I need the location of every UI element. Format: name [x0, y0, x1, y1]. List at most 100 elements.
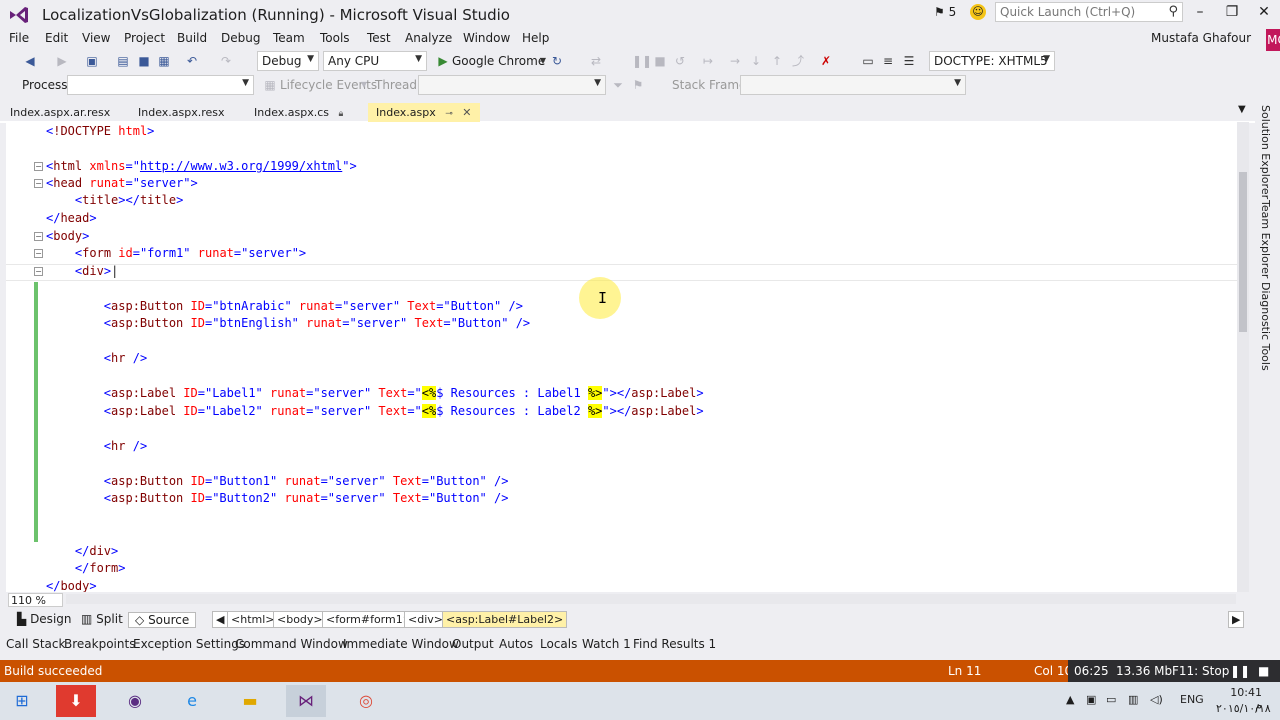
collapse-icon[interactable]: −: [34, 179, 43, 188]
menu-tools[interactable]: Tools: [320, 31, 350, 45]
lifecycle-events-icon[interactable]: ▦: [262, 77, 278, 93]
step-icon[interactable]: ⤴: [790, 53, 806, 69]
visual-studio-taskbar-icon[interactable]: ⋈: [286, 685, 326, 717]
action-center-icon[interactable]: ▣: [1086, 693, 1096, 706]
tab-output[interactable]: Output: [452, 637, 494, 651]
restart-icon[interactable]: ↺: [672, 53, 688, 69]
menu-project[interactable]: Project: [124, 31, 165, 45]
chrome-icon[interactable]: ◎: [346, 685, 386, 717]
avatar[interactable]: MG: [1266, 29, 1280, 51]
platform-dropdown[interactable]: Any CPU ▼: [323, 51, 427, 71]
indent-icon[interactable]: ☰: [901, 53, 917, 69]
download-manager-icon[interactable]: ⬇: [56, 685, 96, 717]
source-view-button[interactable]: ◇ Source: [128, 612, 197, 628]
menu-debug[interactable]: Debug: [221, 31, 260, 45]
process-dropdown[interactable]: ▼: [67, 75, 254, 95]
run-target-button[interactable]: Google Chrome: [452, 54, 545, 68]
menu-help[interactable]: Help: [522, 31, 549, 45]
chevron-down-icon[interactable]: ▼: [356, 77, 372, 93]
breadcrumb-back[interactable]: ◀: [212, 611, 229, 628]
tab-find-results-1[interactable]: Find Results 1: [633, 637, 716, 651]
language-indicator[interactable]: ENG: [1180, 693, 1204, 706]
camtasia-icon[interactable]: ◉: [115, 685, 155, 717]
collapse-icon[interactable]: −: [34, 267, 43, 276]
windows-start-icon[interactable]: ⊞: [2, 685, 42, 717]
close-icon[interactable]: ✕: [462, 106, 471, 119]
flag-thread-icon[interactable]: ⚑: [630, 77, 646, 93]
battery-icon[interactable]: ▭: [1106, 693, 1116, 706]
pause-icon[interactable]: ❚❚: [632, 53, 652, 69]
comment-icon[interactable]: ▭: [860, 53, 876, 69]
zoom-dropdown[interactable]: 110 %: [8, 593, 63, 607]
menu-window[interactable]: Window: [463, 31, 510, 45]
redo-icon[interactable]: ↷: [218, 53, 234, 69]
close-window-button[interactable]: ✕: [1254, 4, 1274, 22]
diagnostic-tools-tab[interactable]: Diagnostic Tools: [1259, 282, 1272, 371]
team-explorer-tab[interactable]: Team Explorer: [1259, 200, 1272, 278]
breadcrumb-item[interactable]: <body>: [273, 611, 327, 628]
quick-launch-input[interactable]: Quick Launch (Ctrl+Q) ⚲: [995, 2, 1183, 22]
show-hidden-icons[interactable]: ▲: [1066, 693, 1074, 706]
tab-index-aspx-ar-resx[interactable]: Index.aspx.ar.resx: [2, 103, 118, 123]
collapse-icon[interactable]: −: [34, 249, 43, 258]
back-icon[interactable]: ◀: [22, 53, 38, 69]
vertical-scrollbar[interactable]: [1237, 122, 1249, 592]
pause-icon[interactable]: ❚❚: [1230, 664, 1250, 678]
breadcrumb-forward[interactable]: ▶: [1228, 611, 1245, 628]
breadcrumb-item[interactable]: <html>: [227, 611, 279, 628]
stack-frame-dropdown[interactable]: ▼: [740, 75, 966, 95]
step-into-icon[interactable]: →: [727, 53, 743, 69]
menu-file[interactable]: File: [9, 31, 29, 45]
tab-autos[interactable]: Autos: [499, 637, 533, 651]
show-next-statement-icon[interactable]: ↦: [700, 53, 716, 69]
menu-test[interactable]: Test: [367, 31, 391, 45]
solution-explorer-tab[interactable]: Solution Explorer: [1259, 105, 1272, 199]
tab-exception-settings[interactable]: Exception Settings: [133, 637, 245, 651]
pin-icon[interactable]: ⊸: [445, 109, 453, 119]
tab-immediate-window[interactable]: Immediate Window: [343, 637, 459, 651]
tab-command-window[interactable]: Command Window: [235, 637, 348, 651]
internet-explorer-icon[interactable]: e: [172, 685, 212, 717]
restore-button[interactable]: ❐: [1222, 4, 1242, 22]
stop-icon[interactable]: ■: [1258, 664, 1269, 678]
save-all-icon[interactable]: ▦: [156, 53, 172, 69]
chevron-down-icon[interactable]: ▼: [1238, 104, 1246, 115]
open-file-icon[interactable]: ▤: [115, 53, 131, 69]
configuration-dropdown[interactable]: Debug ▼: [257, 51, 319, 71]
collapse-icon[interactable]: −: [34, 232, 43, 241]
scrollbar-thumb[interactable]: [1239, 172, 1247, 332]
tab-index-aspx[interactable]: Index.aspx ⊸ ✕: [368, 103, 480, 123]
new-project-icon[interactable]: ▣: [84, 53, 100, 69]
tab-index-aspx-cs[interactable]: Index.aspx.cs 🔒︎: [246, 103, 351, 123]
menu-view[interactable]: View: [82, 31, 110, 45]
split-view-button[interactable]: ▥ Split: [81, 612, 123, 626]
start-debug-icon[interactable]: ▶: [435, 53, 451, 69]
menu-build[interactable]: Build: [177, 31, 207, 45]
refresh-icon[interactable]: ↻: [549, 53, 565, 69]
collapse-icon[interactable]: −: [34, 162, 43, 171]
menu-team[interactable]: Team: [273, 31, 305, 45]
code-editor[interactable]: <!DOCTYPE html> − <html xmlns="http://ww…: [6, 122, 1237, 592]
exceptions-icon[interactable]: ✗: [818, 53, 834, 69]
network-icon[interactable]: ▥: [1128, 693, 1138, 706]
minimize-button[interactable]: –: [1190, 4, 1210, 22]
save-icon[interactable]: ■: [136, 53, 152, 69]
volume-icon[interactable]: ◁): [1150, 693, 1163, 706]
doctype-dropdown[interactable]: DOCTYPE: XHTML5 ▼: [929, 51, 1055, 71]
breadcrumb-item-selected[interactable]: <asp:Label#Label2>: [442, 611, 568, 628]
notifications-button[interactable]: ⚑ 5: [934, 5, 956, 19]
outdent-icon[interactable]: ≡: [880, 53, 896, 69]
menu-edit[interactable]: Edit: [45, 31, 68, 45]
horizontal-scrollbar[interactable]: [66, 594, 1236, 604]
thread-dropdown[interactable]: ▼: [418, 75, 606, 95]
breadcrumb-item[interactable]: <form#form1>: [322, 611, 416, 628]
file-explorer-icon[interactable]: ▬: [230, 685, 270, 717]
clock-date[interactable]: ٢٠١٥/١٠/١٨: [1216, 702, 1271, 715]
tab-watch-1[interactable]: Watch 1: [582, 637, 631, 651]
tab-call-stack[interactable]: Call Stack: [6, 637, 65, 651]
menu-analyze[interactable]: Analyze: [405, 31, 452, 45]
feedback-smiley-icon[interactable]: ☺: [970, 4, 986, 20]
breadcrumb-item[interactable]: <div>: [404, 611, 447, 628]
tab-breakpoints[interactable]: Breakpoints: [64, 637, 135, 651]
tab-locals[interactable]: Locals: [540, 637, 577, 651]
